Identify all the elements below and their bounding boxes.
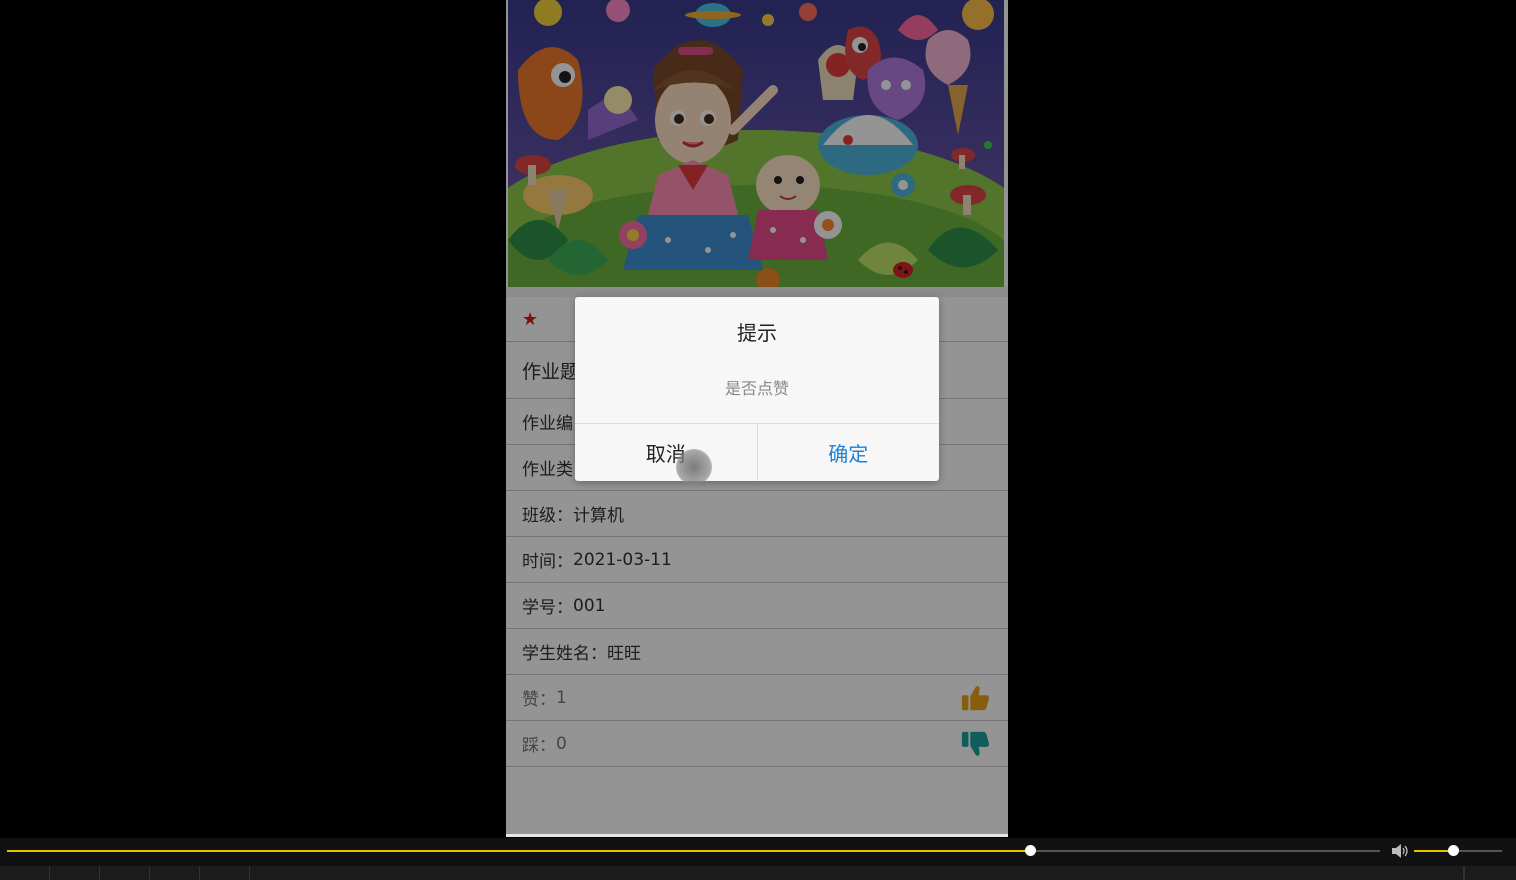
bottom-toolbar — [0, 866, 1516, 880]
toolbar-slot[interactable] — [200, 866, 250, 880]
speaker-icon[interactable] — [1391, 843, 1409, 859]
toolbar-slot[interactable] — [50, 866, 100, 880]
volume-slider[interactable] — [1414, 845, 1502, 856]
seek-progress — [7, 850, 1030, 852]
toolbar-slot[interactable] — [0, 866, 50, 880]
like-confirm-dialog: 提示 是否点赞 取消 确定 — [575, 297, 939, 481]
dialog-actions: 取消 确定 — [575, 423, 939, 481]
video-player-stage: ★ 作业题 作业编 作业类 班级： 计算机 时间： 2021-03-11 学号：… — [0, 0, 1516, 880]
dialog-message: 是否点赞 — [724, 379, 789, 398]
confirm-button[interactable]: 确定 — [758, 424, 940, 481]
phone-bottom-edge — [506, 834, 1008, 837]
volume-level — [1414, 850, 1453, 852]
dialog-title: 提示 — [737, 321, 777, 345]
seek-thumb[interactable] — [1024, 845, 1036, 856]
seek-bar[interactable] — [7, 845, 1380, 856]
touch-indicator — [676, 449, 712, 485]
cancel-button[interactable]: 取消 — [575, 424, 758, 481]
toolbar-slot[interactable] — [1464, 866, 1516, 880]
toolbar-slot[interactable] — [150, 866, 200, 880]
volume-thumb[interactable] — [1447, 845, 1459, 856]
toolbar-slot[interactable] — [100, 866, 150, 880]
player-control-bar — [0, 838, 1516, 866]
toolbar-spacer — [250, 866, 1464, 880]
